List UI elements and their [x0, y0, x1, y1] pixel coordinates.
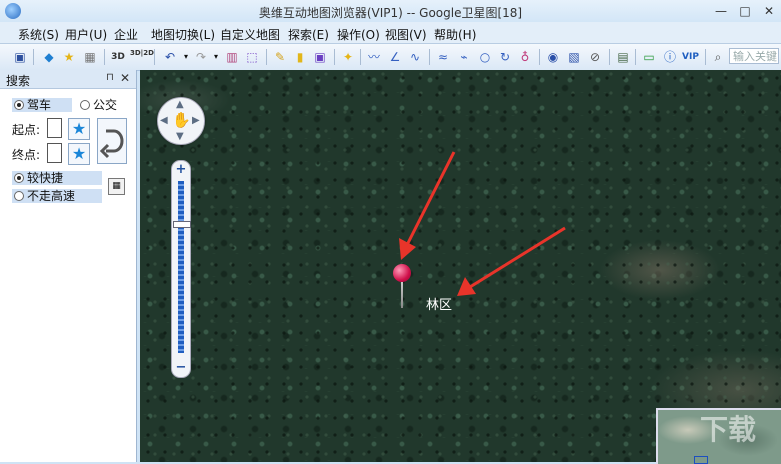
annotation-arrows	[399, 151, 566, 296]
watermark: 下载	[700, 413, 757, 446]
arrow-to-pin	[399, 151, 456, 260]
minimap-viewport	[694, 456, 708, 464]
arrow-to-label	[457, 226, 566, 296]
